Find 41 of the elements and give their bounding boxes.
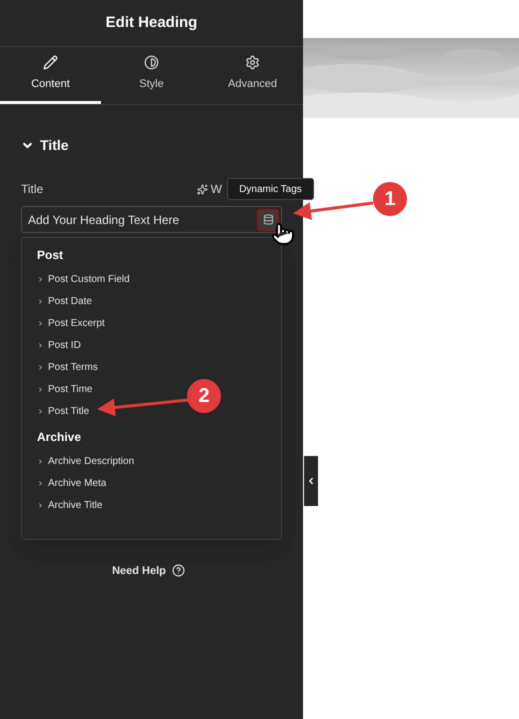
bullet-icon: [37, 298, 44, 304]
chevron-icon: [306, 476, 316, 486]
need-help-link[interactable]: Need Help: [112, 562, 185, 579]
ai-button[interactable]: W: [196, 180, 222, 198]
bullet-icon: [37, 502, 44, 508]
bullet-icon: [37, 480, 44, 486]
bullet-icon: [37, 458, 44, 464]
bullet-icon: [37, 364, 44, 370]
tooltip: Dynamic Tags: [227, 178, 314, 200]
group-heading: Archive: [37, 429, 82, 446]
bullet-icon: [37, 342, 44, 348]
bullet-icon: [37, 408, 44, 414]
annotation-badge: 1: [373, 182, 407, 216]
group-heading: Post: [37, 247, 64, 264]
pencil-icon: [43, 55, 58, 70]
tag-option[interactable]: Post Terms: [37, 356, 266, 378]
tab[interactable]: Advanced: [202, 47, 303, 104]
sparkle-icon: [196, 184, 208, 194]
section-toggle[interactable]: Title: [21, 135, 69, 156]
field-label: Title: [21, 181, 44, 198]
tag-option[interactable]: Archive Description: [37, 450, 266, 472]
tab[interactable]: Content: [0, 47, 101, 104]
bullet-icon: [37, 386, 44, 392]
tag-option[interactable]: Archive Title: [37, 494, 266, 516]
dynamic-tags-button[interactable]: [257, 208, 279, 230]
tab[interactable]: Style: [101, 47, 202, 104]
panel-title: Edit Heading: [106, 12, 198, 33]
hand-cursor-icon: [271, 222, 295, 246]
contrast-icon: [144, 55, 159, 70]
help-icon: [172, 564, 185, 578]
tag-option[interactable]: Post Custom Field: [37, 268, 266, 290]
title-field[interactable]: Add Your Heading Text Here: [21, 206, 282, 233]
field-value: Add Your Heading Text Here: [28, 212, 180, 228]
tag-option[interactable]: Post Excerpt: [37, 312, 266, 334]
settings-icon: [245, 55, 260, 70]
tag-option[interactable]: Post Date: [37, 290, 266, 312]
database-icon: [262, 214, 274, 225]
bullet-icon: [37, 276, 44, 282]
tag-option[interactable]: Post ID: [37, 334, 266, 356]
bullet-icon: [37, 320, 44, 326]
tag-option[interactable]: Archive Meta: [37, 472, 266, 494]
